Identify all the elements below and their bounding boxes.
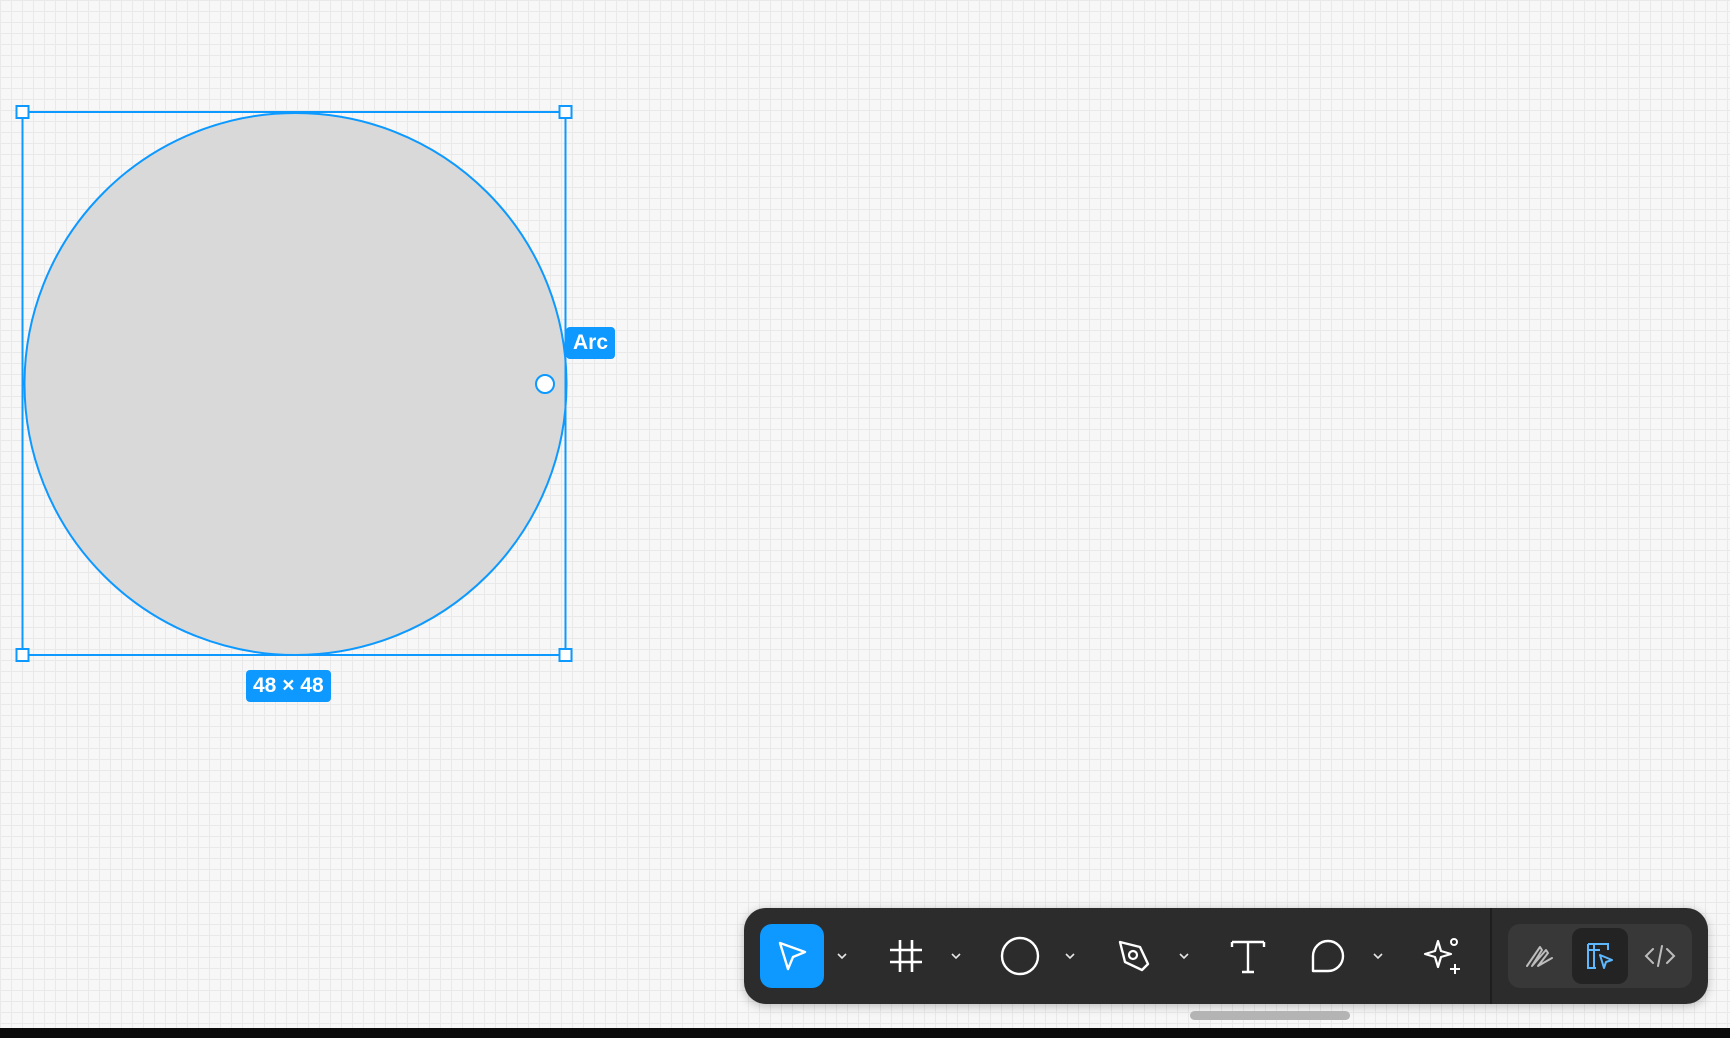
- design-mode-button[interactable]: [1572, 928, 1628, 984]
- move-tool-menu-chevron[interactable]: [832, 944, 852, 968]
- bottom-toolbar: [744, 908, 1708, 1004]
- resize-handle-top-right[interactable]: [558, 105, 573, 119]
- pen-tool-icon: [1118, 940, 1150, 972]
- design-mode-icon: [1587, 943, 1613, 969]
- ai-sparkle-icon: [1423, 938, 1460, 974]
- design-canvas[interactable]: Arc 48 × 48: [0, 0, 1730, 1028]
- shape-tool-menu-chevron[interactable]: [1060, 944, 1080, 968]
- comment-tool-menu-chevron[interactable]: [1368, 944, 1388, 968]
- home-indicator: [1190, 1011, 1350, 1020]
- ai-tool-button[interactable]: [1410, 924, 1474, 988]
- frame-hash-icon: [890, 940, 922, 972]
- draw-mode-button[interactable]: [1512, 928, 1568, 984]
- chevron-down-icon: [837, 953, 847, 960]
- ellipse-icon: [1000, 936, 1040, 976]
- bottom-edge-bar: [0, 1028, 1730, 1038]
- resize-handle-bottom-right[interactable]: [558, 648, 573, 662]
- text-tool-button[interactable]: [1216, 924, 1280, 988]
- chevron-down-icon: [1179, 953, 1189, 960]
- resize-handle-top-left[interactable]: [15, 105, 30, 119]
- chevron-down-icon: [1373, 953, 1383, 960]
- arc-handle[interactable]: [535, 374, 555, 394]
- dev-mode-button[interactable]: [1632, 928, 1688, 984]
- ellipse-shape[interactable]: [23, 112, 568, 656]
- selection-overlay: [15, 105, 573, 662]
- draw-mode-icon: [1526, 946, 1553, 967]
- comment-tool-button[interactable]: [1296, 924, 1360, 988]
- comment-bubble-icon: [1311, 939, 1345, 973]
- toolbar-divider: [1490, 908, 1492, 1004]
- move-cursor-icon: [778, 941, 807, 971]
- text-T-icon: [1230, 940, 1266, 974]
- shape-tool-button[interactable]: [988, 924, 1052, 988]
- pen-tool-button[interactable]: [1102, 924, 1166, 988]
- arc-label: Arc: [566, 327, 616, 359]
- chevron-down-icon: [1065, 953, 1075, 960]
- frame-tool-button[interactable]: [874, 924, 938, 988]
- mode-switcher: [1508, 924, 1692, 988]
- dev-mode-code-icon: [1644, 945, 1676, 967]
- frame-tool-menu-chevron[interactable]: [946, 944, 966, 968]
- move-tool-button[interactable]: [760, 924, 824, 988]
- size-label: 48 × 48: [246, 670, 331, 702]
- chevron-down-icon: [951, 953, 961, 960]
- pen-tool-menu-chevron[interactable]: [1174, 944, 1194, 968]
- resize-handle-bottom-left[interactable]: [15, 648, 30, 662]
